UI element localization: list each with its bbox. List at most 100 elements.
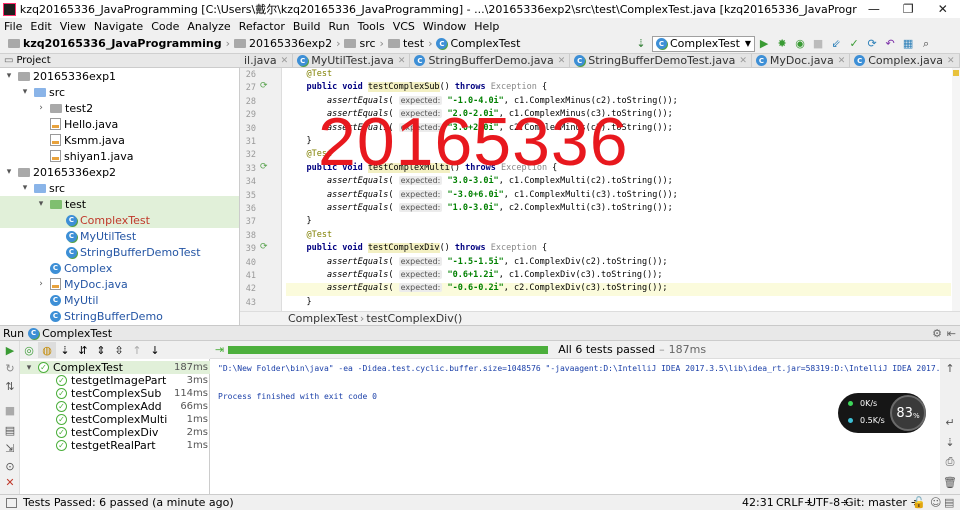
- chevron-right-icon[interactable]: ›: [36, 279, 46, 289]
- minimize-button[interactable]: —: [857, 2, 891, 16]
- test-result-row[interactable]: ✓ testComplexAdd 66ms: [20, 400, 210, 413]
- chevron-down-icon[interactable]: ▾: [20, 87, 30, 97]
- event-log-icon[interactable]: ▤: [944, 496, 954, 509]
- toggle-auto-test-icon[interactable]: ⇅: [3, 379, 17, 393]
- test-result-row[interactable]: ✓ testComplexDiv 2ms: [20, 426, 210, 439]
- breadcrumb-item[interactable]: C ComplexTest: [434, 37, 522, 50]
- build-arrow-icon[interactable]: ⇣: [632, 36, 650, 52]
- file-encoding[interactable]: UTF-8÷: [808, 496, 849, 509]
- editor-breadcrumb-class[interactable]: ComplexTest: [288, 312, 358, 325]
- print-icon[interactable]: ⎙: [943, 455, 957, 469]
- project-tree-item[interactable]: ▾ 20165336exp2: [0, 164, 239, 180]
- project-panel-title[interactable]: Project: [16, 55, 50, 66]
- breadcrumb-item[interactable]: test: [386, 37, 426, 50]
- revert-icon[interactable]: ↶: [881, 36, 899, 52]
- menu-tools[interactable]: Tools: [354, 20, 389, 33]
- project-tree-item[interactable]: C StringBufferDemo: [0, 308, 239, 324]
- editor-tab[interactable]: C MyUtilTest.java ✕: [293, 54, 411, 67]
- project-tree-item[interactable]: C Complex: [0, 260, 239, 276]
- stop-icon[interactable]: ■: [3, 403, 17, 417]
- stop-icon[interactable]: ■: [809, 36, 827, 52]
- run-test-gutter-icon[interactable]: ⟳: [260, 242, 270, 252]
- test-result-row[interactable]: ▾ ✓ ComplexTest 187ms: [20, 361, 210, 374]
- editor-tab[interactable]: C Complex.java ✕: [850, 54, 960, 67]
- menu-analyze[interactable]: Analyze: [183, 20, 234, 33]
- breadcrumb-item[interactable]: 20165336exp2: [232, 37, 334, 50]
- maximize-button[interactable]: ❐: [891, 2, 925, 16]
- menu-edit[interactable]: Edit: [26, 20, 55, 33]
- show-ignored-icon[interactable]: ◍: [38, 342, 56, 358]
- chevron-down-icon[interactable]: ▾: [24, 363, 34, 373]
- vcs-update-icon[interactable]: ⇙: [827, 36, 845, 52]
- scroll-end-icon[interactable]: ⇣: [943, 435, 957, 449]
- export-icon[interactable]: ⇲: [3, 441, 17, 455]
- rerun-failed-icon[interactable]: ↻: [3, 361, 17, 375]
- chevron-down-icon[interactable]: ▾: [20, 183, 30, 193]
- git-branch[interactable]: Git: master ÷: [845, 496, 920, 509]
- menu-build[interactable]: Build: [289, 20, 325, 33]
- history-icon[interactable]: ⟳: [863, 36, 881, 52]
- sort-alpha-icon[interactable]: ⇣: [56, 342, 74, 358]
- up-stack-icon[interactable]: ↑: [943, 361, 957, 375]
- project-tree-item[interactable]: ▾ src: [0, 180, 239, 196]
- breadcrumb-item[interactable]: kzq20165336_JavaProgramming: [6, 37, 224, 50]
- lock-icon[interactable]: 🔓: [912, 496, 926, 509]
- rerun-icon[interactable]: ▶: [3, 343, 17, 357]
- tool-windows-icon[interactable]: [6, 497, 17, 508]
- close-tab-icon[interactable]: ✕: [947, 56, 955, 66]
- debug-icon[interactable]: ✸: [773, 36, 791, 52]
- project-tree-item[interactable]: Ksmm.java: [0, 132, 239, 148]
- editor-breadcrumb-method[interactable]: testComplexDiv(): [366, 312, 462, 325]
- editor-tab[interactable]: C StringBufferDemo.java ✕: [410, 54, 571, 67]
- test-result-row[interactable]: ✓ testgetImagePart 3ms: [20, 374, 210, 387]
- test-result-row[interactable]: ✓ testComplexSub 114ms: [20, 387, 210, 400]
- hide-panel-icon[interactable]: ⇤: [947, 327, 956, 340]
- editor-tab[interactable]: C StringBufferDemoTest.java ✕: [570, 54, 752, 67]
- close-run-icon[interactable]: ✕: [3, 475, 17, 489]
- search-icon[interactable]: ⌕: [917, 36, 935, 52]
- editor-vertical-scrollbar[interactable]: [952, 68, 960, 311]
- menu-navigate[interactable]: Navigate: [90, 20, 147, 33]
- inspector-icon[interactable]: ☺: [930, 496, 941, 509]
- inspection-status-icon[interactable]: [953, 70, 959, 76]
- vcs-commit-icon[interactable]: ✓: [845, 36, 863, 52]
- coverage-icon[interactable]: ◉: [791, 36, 809, 52]
- project-tree-item[interactable]: ▾ test: [0, 196, 239, 212]
- chevron-down-icon[interactable]: ▾: [4, 167, 14, 177]
- project-tree-item[interactable]: C MyUtil: [0, 292, 239, 308]
- project-structure-icon[interactable]: ▦: [899, 36, 917, 52]
- menu-refactor[interactable]: Refactor: [235, 20, 289, 33]
- sort-duration-icon[interactable]: ⇵: [74, 342, 92, 358]
- menu-view[interactable]: View: [56, 20, 90, 33]
- clear-all-icon[interactable]: 🗑: [943, 475, 957, 489]
- project-tree-item[interactable]: ▾ 20165336exp1: [0, 68, 239, 84]
- chevron-down-icon[interactable]: ▾: [36, 199, 46, 209]
- menu-code[interactable]: Code: [147, 20, 183, 33]
- project-tree-item[interactable]: C ComplexTest: [0, 212, 239, 228]
- menu-run[interactable]: Run: [325, 20, 354, 33]
- gear-icon[interactable]: ⚙: [932, 327, 942, 340]
- chevron-right-icon[interactable]: ›: [36, 103, 46, 113]
- next-icon[interactable]: ↓: [146, 342, 164, 358]
- project-tree-item[interactable]: C StringBufferDemoTest: [0, 244, 239, 260]
- run-panel-config[interactable]: ComplexTest: [42, 327, 112, 340]
- project-tree-item[interactable]: › test2: [0, 100, 239, 116]
- close-button[interactable]: ✕: [926, 2, 960, 16]
- project-tree-item[interactable]: › MyDoc.java: [0, 276, 239, 292]
- close-tab-icon[interactable]: ✕: [838, 56, 846, 66]
- menu-file[interactable]: File: [0, 20, 26, 33]
- test-result-row[interactable]: ✓ testgetRealPart 1ms: [20, 439, 210, 452]
- run-configuration-select[interactable]: C ComplexTest ▼: [652, 35, 756, 52]
- caret-position[interactable]: 42:31: [742, 496, 774, 509]
- collapse-all-icon[interactable]: ⇳: [110, 342, 128, 358]
- scroll-to-end-icon[interactable]: ⇥: [215, 343, 224, 356]
- close-tab-icon[interactable]: ✕: [398, 56, 406, 66]
- breadcrumb-item[interactable]: src: [342, 37, 377, 50]
- menu-help[interactable]: Help: [470, 20, 503, 33]
- run-test-gutter-icon[interactable]: ⟳: [260, 81, 270, 91]
- chevron-down-icon[interactable]: ▾: [4, 71, 14, 81]
- network-speed-widget[interactable]: 0K/s 0.5K/s 83 %: [838, 393, 926, 433]
- close-tab-icon[interactable]: ✕: [281, 56, 289, 66]
- test-result-row[interactable]: ✓ testComplexMulti 1ms: [20, 413, 210, 426]
- pin-icon[interactable]: ⊙: [3, 459, 17, 473]
